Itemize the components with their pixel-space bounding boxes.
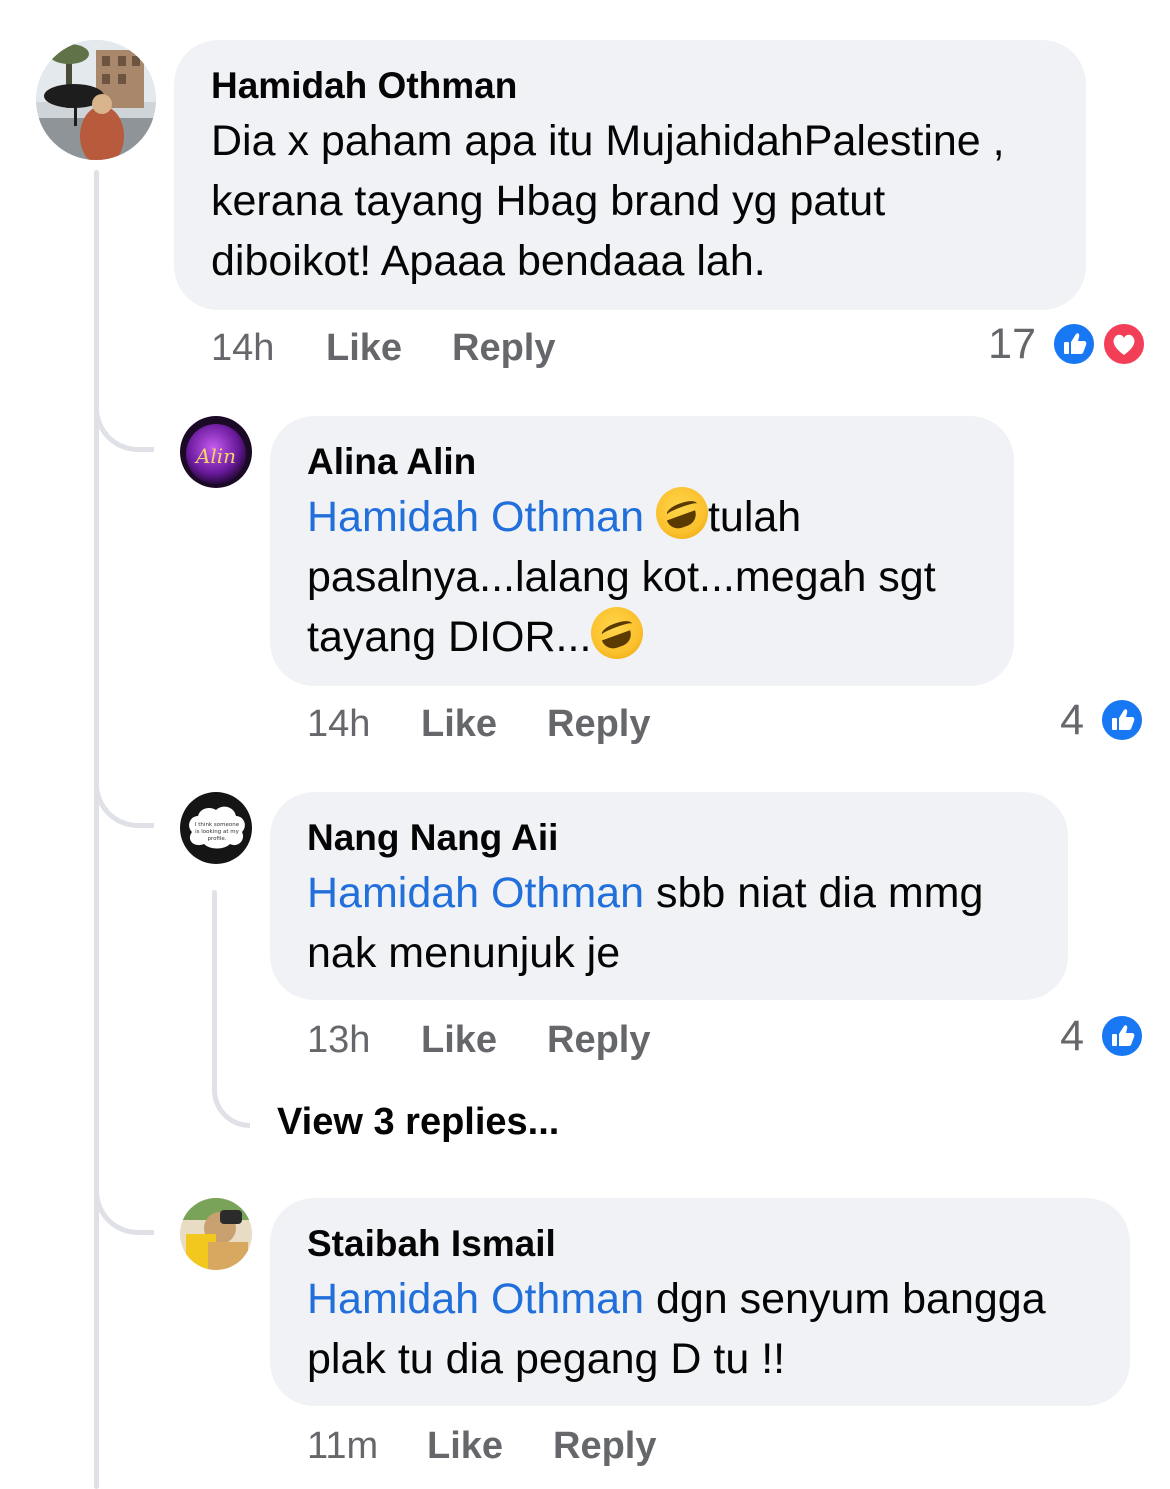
reply-button[interactable]: Reply [547, 1018, 650, 1062]
avatar-photo [180, 1198, 252, 1270]
like-button[interactable]: Like [421, 702, 497, 746]
thread-line-main [94, 170, 99, 1489]
love-icon[interactable] [1100, 320, 1148, 368]
reaction-count[interactable]: 17 [968, 320, 1036, 368]
reply-button[interactable]: Reply [452, 326, 555, 370]
avatar-alina[interactable]: Alin [180, 416, 252, 488]
avatar-photo [36, 40, 156, 160]
comment-timestamp[interactable]: 13h [307, 1018, 370, 1062]
mention-link[interactable]: Hamidah Othman [307, 1275, 644, 1323]
comment-timestamp[interactable]: 11m [307, 1424, 378, 1468]
rolling-laughing-emoji-icon [655, 487, 708, 539]
thread-connector-nang [94, 756, 154, 828]
svg-text:I think someone: I think someone [195, 822, 240, 828]
avatar-nang[interactable]: I think someone is looking at my profile… [180, 792, 252, 864]
comment-text-line-1: Hamidah Othman sbb niat dia mmg [307, 869, 984, 917]
comment-text-line-2: pasalnya...lalang kot...megah sgt [307, 553, 936, 601]
comment-author-alina[interactable]: Alina Alin [307, 440, 476, 484]
reply-button[interactable]: Reply [553, 1424, 656, 1468]
reaction-count[interactable]: 4 [1030, 1012, 1084, 1060]
like-icon[interactable] [1050, 320, 1098, 368]
svg-text:is looking at my: is looking at my [195, 829, 239, 835]
comment-text-line-2: nak menunjuk je [307, 929, 621, 977]
comment-author-staibah[interactable]: Staibah Ismail [307, 1222, 556, 1266]
like-icon[interactable] [1098, 1012, 1146, 1060]
comment-text-line-2: plak tu dia pegang D tu !! [307, 1335, 786, 1383]
thread-connector-staibah [94, 1163, 154, 1235]
avatar-photo: I think someone is looking at my profile… [180, 792, 252, 864]
comment-text-line-1: Dia x paham apa itu MujahidahPalestine , [211, 117, 1005, 165]
avatar-hamidah[interactable] [36, 40, 156, 160]
avatar-label: Alin [194, 444, 236, 468]
comment-author-hamidah[interactable]: Hamidah Othman [211, 64, 517, 108]
mention-link[interactable]: Hamidah Othman [307, 869, 644, 917]
view-replies-link[interactable]: View 3 replies... [277, 1100, 559, 1144]
comment-timestamp[interactable]: 14h [307, 702, 370, 746]
mention-link[interactable]: Hamidah Othman [307, 493, 644, 541]
comment-text-line-3: diboikot! Apaaa bendaaa lah. [211, 237, 766, 285]
rolling-laughing-emoji-icon [591, 607, 644, 659]
like-button[interactable]: Like [421, 1018, 497, 1062]
comment-text-line-3: tayang DIOR... [307, 607, 644, 667]
comment-text-line-1: Hamidah Othman tulah [307, 487, 801, 547]
avatar-photo: Alin [180, 416, 252, 488]
comment-author-nang[interactable]: Nang Nang Aii [307, 816, 558, 860]
reply-button[interactable]: Reply [547, 702, 650, 746]
svg-text:profile.: profile. [207, 836, 226, 842]
thread-line-nang [212, 890, 217, 1070]
thread-connector-alina [94, 380, 154, 452]
reaction-count[interactable]: 4 [1030, 696, 1084, 744]
comment-text-line-2: kerana tayang Hbag brand yg patut [211, 177, 886, 225]
thread-connector-view-replies [212, 1060, 250, 1128]
like-button[interactable]: Like [427, 1424, 503, 1468]
like-button[interactable]: Like [326, 326, 402, 370]
avatar-staibah[interactable] [180, 1198, 252, 1270]
comment-timestamp[interactable]: 14h [211, 326, 274, 370]
like-icon[interactable] [1098, 696, 1146, 744]
comment-text-line-1: Hamidah Othman dgn senyum bangga [307, 1275, 1046, 1323]
